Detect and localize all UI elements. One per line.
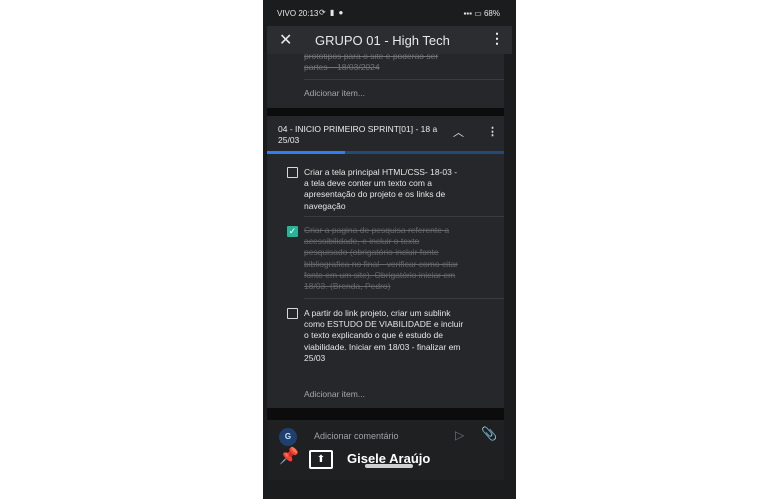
page-title: GRUPO 01 - High Tech: [315, 33, 450, 48]
section-divider: [267, 408, 504, 420]
task-checkbox-2[interactable]: ✓: [287, 226, 298, 237]
pin-icon[interactable]: 📌: [279, 446, 299, 466]
checklist-content[interactable]: protótipos para o site e poderão ser par…: [267, 54, 504, 420]
more-vert-icon[interactable]: ⋮: [490, 30, 504, 47]
send-icon[interactable]: ▷: [455, 428, 464, 442]
status-battery: ▪▪▪ ▭ 68%: [463, 9, 500, 18]
avatar: G: [279, 428, 297, 446]
chevron-up-icon[interactable]: ︿: [453, 124, 464, 140]
section-more-icon[interactable]: ⋮: [487, 125, 498, 138]
previous-task-text: protótipos para o site e poderão ser par…: [304, 54, 439, 72]
status-time: VIVO 20:13: [277, 9, 319, 18]
divider: [304, 298, 504, 299]
signal-icon: ▪▪▪ ▭: [463, 9, 484, 18]
add-item-button[interactable]: Adicionar item...: [304, 389, 365, 399]
comment-input[interactable]: Adicionar comentário: [314, 431, 399, 441]
task-text-3[interactable]: A partir do link projeto, criar um subli…: [304, 308, 464, 364]
phone-screen: VIVO 20:13 ⟳ ▮ ● ▪▪▪ ▭ 68% ✕ GRUPO 01 - …: [263, 0, 516, 499]
task-text-2[interactable]: Criar a pagina de pesquisa referente a a…: [304, 225, 464, 292]
status-bar: VIVO 20:13 ⟳ ▮ ● ▪▪▪ ▭ 68%: [263, 0, 516, 26]
add-item-button-previous[interactable]: Adicionar item...: [304, 88, 365, 98]
divider: [304, 216, 504, 217]
progress-fill: [267, 151, 346, 154]
divider: [304, 79, 504, 80]
task-checkbox-3[interactable]: [287, 308, 298, 319]
comment-bar: G Adicionar comentário ▷ 📎 📌 ⬆ Gisele Ar…: [267, 420, 504, 480]
screen-share-icon[interactable]: ⬆: [309, 450, 333, 469]
home-indicator[interactable]: [365, 464, 413, 468]
status-icons: ⟳ ▮ ●: [319, 8, 345, 17]
paperclip-icon[interactable]: 📎: [481, 426, 497, 442]
task-text-1[interactable]: Criar a tela principal HTML/CSS- 18-03 -…: [304, 167, 464, 212]
app-bar: ✕ GRUPO 01 - High Tech ⋮: [267, 26, 512, 54]
close-icon[interactable]: ✕: [279, 30, 292, 50]
section-title[interactable]: 04 - INICIO PRIMEIRO SPRINT[01] - 18 a 2…: [278, 124, 443, 146]
battery-percent: 68%: [483, 9, 500, 18]
task-checkbox-1[interactable]: [287, 167, 298, 178]
progress-bar: [267, 151, 504, 154]
section-divider: [267, 108, 504, 116]
